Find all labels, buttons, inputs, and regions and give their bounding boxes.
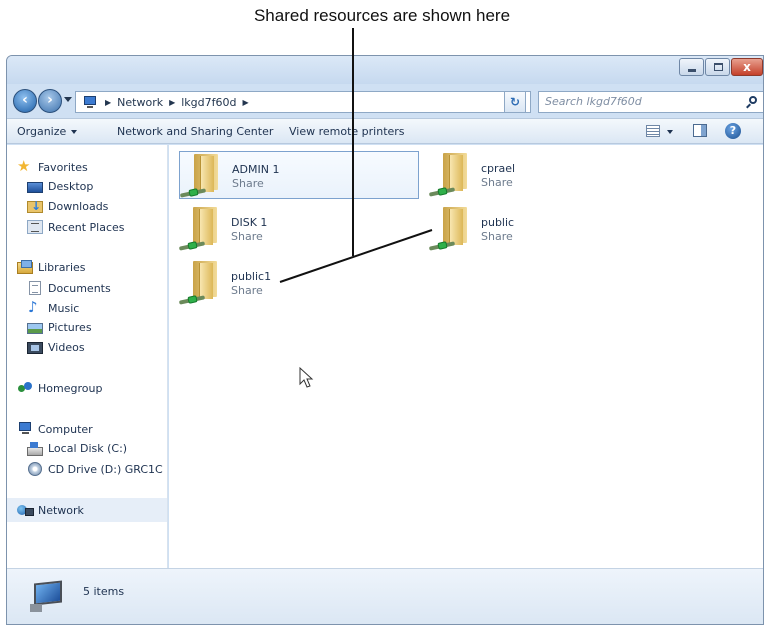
shared-folder-icon [428,151,469,199]
share-type: Share [481,230,513,243]
computer-icon [17,422,33,436]
recent-places-icon [27,220,43,234]
chevron-down-icon [71,130,78,134]
share-type: Share [231,284,263,297]
title-bar: x [7,56,763,84]
search-icon[interactable] [749,96,757,104]
search-input[interactable]: Search lkgd7f60d [538,91,763,113]
help-icon[interactable]: ? [725,123,741,139]
view-remote-printers-button[interactable]: View remote printers [289,125,405,138]
shared-folder-icon [178,259,219,307]
desktop-icon [27,182,43,193]
maximize-icon [714,63,723,71]
nav-homegroup[interactable]: Homegroup [17,381,102,395]
close-icon: x [743,60,751,74]
star-icon [17,159,33,174]
organize-menu[interactable]: Organize [17,125,78,138]
share-type: Share [481,176,513,189]
file-list: ADMIN 1 Share cprael Share DISK 1 Share pub… [169,145,763,568]
nav-downloads[interactable]: Downloads [27,199,108,213]
libraries-icon [17,259,33,274]
pictures-icon [27,323,43,334]
window-controls: x [679,58,763,76]
network-location-icon [81,95,99,109]
explorer-window: x ‹ › ▶ Network ▶ lkgd7f60d ▶ ↻ Search l… [6,55,764,625]
network-sharing-center-button[interactable]: Network and Sharing Center [117,125,273,138]
breadcrumb-separator-icon[interactable]: ▶ [105,98,111,107]
address-row: ‹ › ▶ Network ▶ lkgd7f60d ▶ ↻ Search lkg… [7,84,763,118]
maximize-button[interactable] [705,58,730,76]
forward-button[interactable]: › [38,89,62,113]
nav-videos[interactable]: Videos [27,341,85,354]
command-bar: Organize Network and Sharing Center View… [7,118,763,144]
back-button[interactable]: ‹ [13,89,37,113]
music-icon [27,300,43,315]
downloads-icon [27,199,43,213]
minimize-icon [688,69,696,72]
share-item[interactable]: cprael Share [428,151,629,199]
videos-icon [27,341,43,354]
change-view-icon[interactable] [646,125,660,137]
view-options-chevron-icon[interactable] [667,130,673,134]
refresh-button[interactable]: ↻ [504,91,526,113]
share-name: ADMIN 1 [232,163,280,176]
figure-caption: Shared resources are shown here [253,6,511,25]
cd-drive-icon [28,462,42,476]
shared-folder-icon [428,205,469,253]
address-bar[interactable]: ▶ Network ▶ lkgd7f60d ▶ [75,91,531,113]
local-disk-icon [27,442,43,456]
nav-computer[interactable]: Computer [17,422,93,436]
item-count: 5 items [83,585,125,598]
homegroup-icon [17,381,33,395]
share-item[interactable]: DISK 1 Share [178,205,419,253]
nav-libraries[interactable]: Libraries [17,259,86,274]
share-name: DISK 1 [231,216,268,229]
shared-folder-icon [178,205,219,253]
nav-pictures[interactable]: Pictures [27,321,92,334]
share-name: cprael [481,162,516,175]
breadcrumb-separator-icon[interactable]: ▶ [169,98,175,107]
minimize-button[interactable] [679,58,704,76]
share-item[interactable]: public Share [428,205,629,253]
nav-local-disk[interactable]: Local Disk (C:) [27,442,127,456]
breadcrumb-separator-icon[interactable]: ▶ [243,98,249,107]
share-name: public1 [231,270,272,283]
nav-recent-places[interactable]: Recent Places [27,220,125,234]
share-type: Share [231,230,263,243]
share-type: Share [232,177,264,190]
breadcrumb-network[interactable]: Network [117,96,163,109]
network-icon [17,503,34,517]
computer-icon [30,580,64,612]
nav-cd-drive[interactable]: CD Drive (D:) GRC1C [27,462,163,476]
navigation-pane: Favorites Desktop Downloads Recent Place… [7,145,168,568]
nav-desktop[interactable]: Desktop [27,180,93,193]
share-name: public [481,216,515,229]
documents-icon [29,281,41,295]
close-button[interactable]: x [731,58,763,76]
nav-documents[interactable]: Documents [27,281,111,295]
breadcrumb-computer[interactable]: lkgd7f60d [181,96,236,109]
nav-network[interactable]: Network [7,498,167,522]
nav-favorites[interactable]: Favorites [17,159,88,174]
details-pane: 5 items [7,568,763,624]
share-item[interactable]: ADMIN 1 Share [179,151,419,199]
share-item[interactable]: public1 Share [178,259,419,307]
preview-pane-icon[interactable] [693,124,707,137]
nav-music[interactable]: Music [27,300,79,315]
shared-folder-icon [179,152,220,200]
recent-pages-dropdown[interactable] [64,97,72,102]
